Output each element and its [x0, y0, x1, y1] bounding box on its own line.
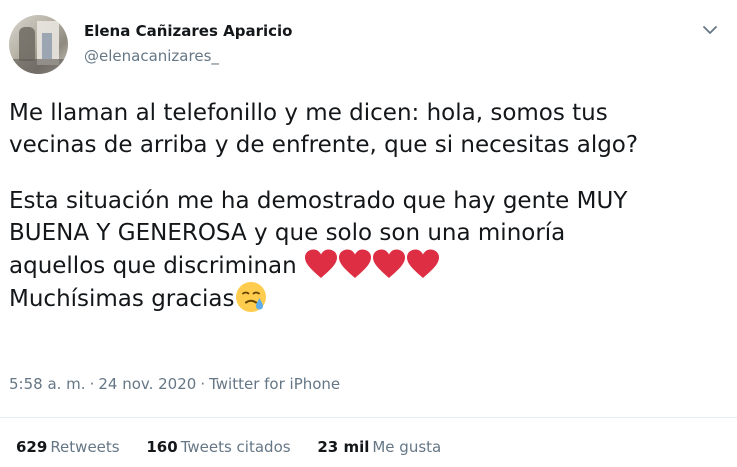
tweet-line: Me llaman al telefonillo y me dicen: hol…: [9, 100, 608, 126]
likes-count: 23 mil: [317, 438, 370, 456]
tweet-meta: 5:58 a. m. · 24 nov. 2020 · Twitter for iPho…: [9, 375, 340, 393]
red-heart-icon: [406, 249, 440, 279]
face-holding-back-tears-icon: [235, 281, 267, 313]
tweet-line: BUENA Y GENEROSA y que solo son una mino…: [9, 220, 566, 246]
chevron-down-icon[interactable]: [698, 18, 722, 42]
tweet-line-text: Muchísimas gracias: [9, 286, 235, 312]
display-name[interactable]: Elena Cañizares Aparicio: [84, 22, 292, 40]
red-heart-icon: [372, 249, 406, 279]
retweets-count: 629: [16, 438, 48, 456]
tweet-date[interactable]: 24 nov. 2020: [98, 375, 196, 393]
quote-tweets-count: 160: [146, 438, 178, 456]
tweet-line-with-emoji: Muchísimas gracias: [9, 281, 729, 313]
username[interactable]: @elenacanizares_: [84, 47, 219, 65]
tweet-line: Esta situación me ha demostrado que hay …: [9, 188, 628, 214]
quote-tweets-label: Tweets citados: [180, 438, 291, 456]
red-heart-icon: [338, 249, 372, 279]
tweet-source[interactable]: Twitter for iPhone: [209, 375, 340, 393]
likes-stat[interactable]: 23 mil Me gusta: [317, 438, 441, 456]
avatar[interactable]: [9, 15, 68, 74]
tweet-time[interactable]: 5:58 a. m.: [9, 375, 86, 393]
retweets-stat[interactable]: 629 Retweets: [16, 438, 120, 456]
quote-tweets-stat[interactable]: 160 Tweets citados: [146, 438, 290, 456]
divider: [0, 417, 737, 418]
tweet-line: vecinas de arriba y de enfrente, que si …: [9, 132, 639, 158]
tweet-line-with-hearts: aquellos que discriminan: [9, 249, 729, 281]
likes-label: Me gusta: [372, 438, 442, 456]
tweet-text: Me llaman al telefonillo y me dicen: hol…: [9, 97, 729, 313]
tweet-line-text: aquellos que discriminan: [9, 253, 297, 279]
red-heart-icon: [304, 249, 338, 279]
engagement-stats: 629 Retweets 160 Tweets citados 23 mil Me g…: [16, 438, 463, 456]
retweets-label: Retweets: [50, 438, 120, 456]
meta-separator: ·: [89, 375, 95, 393]
meta-separator: ·: [200, 375, 206, 393]
